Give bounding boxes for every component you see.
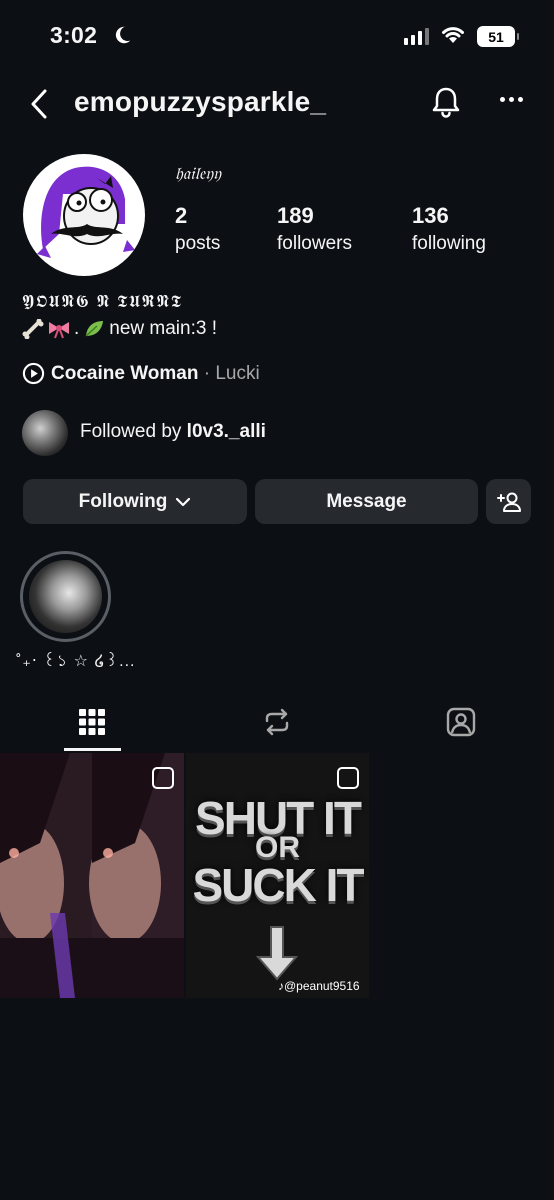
following-button[interactable]: Following	[23, 479, 247, 524]
followed-by-username: l0v3._alli	[186, 421, 266, 442]
chevron-down-icon	[176, 497, 191, 506]
bio-dot: .	[74, 318, 80, 339]
music-separator: ·	[198, 362, 216, 384]
avatar-drawing	[37, 166, 135, 258]
profile-avatar[interactable]	[23, 154, 145, 276]
following-count-label: following	[412, 233, 486, 254]
music-song-title: Cocaine Woman	[51, 362, 199, 384]
wifi-icon	[442, 27, 464, 43]
bio-line-2: . new main:3 !	[22, 318, 217, 340]
notification-bell-icon[interactable]	[430, 85, 462, 119]
grid-icon	[79, 709, 105, 735]
ribbon-icon	[49, 322, 69, 339]
posts-count-label: posts	[175, 233, 221, 254]
tagged-user-icon	[446, 707, 476, 737]
bio-text: new main:3 !	[109, 318, 218, 339]
down-arrow-graphic	[255, 926, 299, 981]
tab-tagged[interactable]	[433, 704, 489, 740]
posts-count-value: 2	[175, 203, 188, 228]
post-thumbnail-2[interactable]: SHUT IT OR SUCK IT ♪@peanut9516	[186, 753, 369, 998]
bio-line-1: 𝖄𝕺𝖀𝕹𝕲 𝕹 𝕿𝖀𝕽𝕹𝕿	[22, 292, 183, 311]
following-button-label: Following	[78, 490, 168, 512]
post-2-text-line3: SUCK IT	[192, 859, 365, 911]
cellular-signal-icon	[404, 28, 429, 45]
followed-by-text[interactable]: Followed by l0v3._alli	[80, 421, 266, 443]
repost-icon	[265, 708, 289, 736]
profile-music[interactable]: Cocaine Woman · Lucki	[22, 362, 260, 385]
battery-icon: 51	[477, 26, 519, 47]
bone-icon	[22, 319, 44, 339]
leaf-icon	[85, 321, 104, 337]
posts-count[interactable]: 2 posts	[175, 203, 220, 255]
tab-reposts[interactable]	[249, 704, 305, 740]
carousel-icon	[152, 767, 174, 789]
moon-icon	[115, 26, 131, 44]
followers-count-label: followers	[277, 233, 352, 254]
post-2-watermark-text: @peanut9516	[284, 979, 360, 993]
followers-count-value: 189	[277, 203, 314, 228]
followers-count[interactable]: 189 followers	[277, 203, 352, 255]
status-time: 3:02	[50, 22, 98, 48]
story-highlight-label: ˚₊‧ ꒰১ ☆ ໒꒱...	[16, 653, 136, 670]
carousel-icon	[337, 767, 359, 789]
active-tab-indicator	[64, 748, 121, 751]
suggested-users-button[interactable]	[486, 479, 531, 524]
followed-by-prefix: Followed by	[80, 421, 187, 442]
more-options-icon[interactable]	[500, 97, 523, 102]
tab-posts-grid[interactable]	[64, 704, 120, 740]
message-button[interactable]: Message	[255, 479, 478, 524]
post-1-image	[0, 753, 184, 998]
followed-by-avatar[interactable]	[22, 410, 68, 456]
play-circle-icon	[22, 362, 45, 385]
music-artist: Lucki	[215, 362, 260, 384]
following-count[interactable]: 136 following	[412, 203, 486, 255]
message-button-label: Message	[326, 490, 407, 512]
profile-username: emopuzzysparkle_	[74, 86, 327, 117]
post-thumbnail-1[interactable]	[0, 753, 184, 998]
back-arrow-icon[interactable]	[28, 88, 50, 120]
post-2-watermark: ♪@peanut9516	[278, 979, 360, 993]
profile-display-name: 𝔥𝔞𝔦𝔩𝔢𝔶𝔶	[175, 164, 221, 184]
story-highlight-cover[interactable]	[29, 560, 102, 633]
add-user-icon	[496, 492, 521, 512]
following-count-value: 136	[412, 203, 449, 228]
